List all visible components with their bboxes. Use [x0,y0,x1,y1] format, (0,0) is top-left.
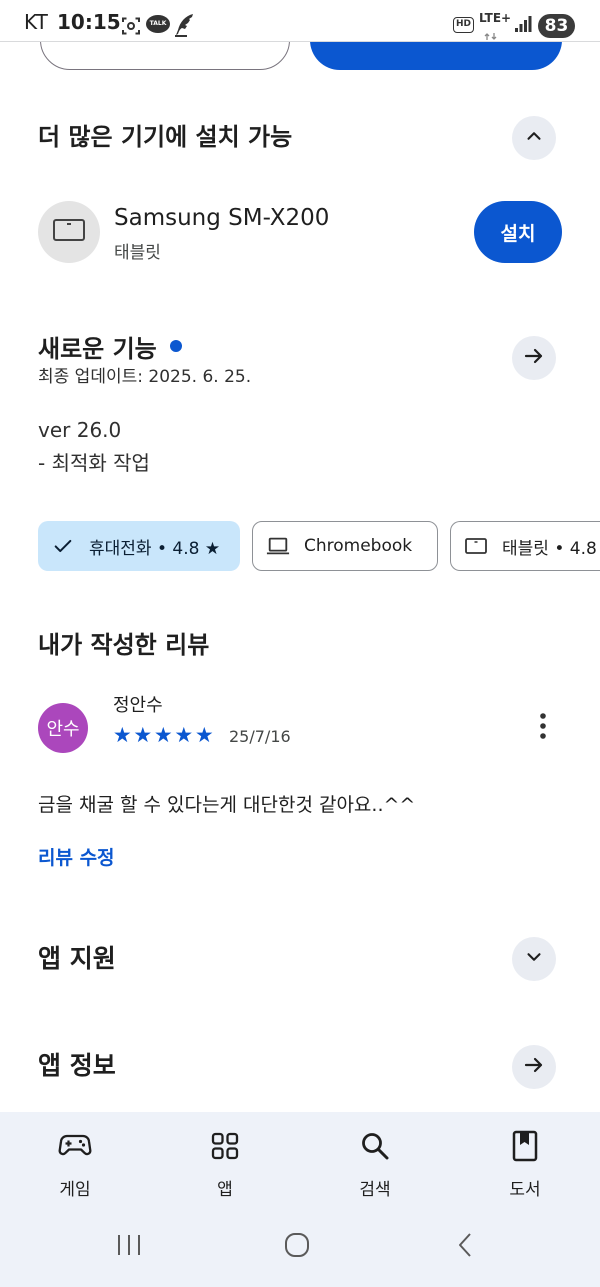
chip-label: 휴대전화 • 4.8 ★ [89,538,221,559]
home-button[interactable] [273,1223,321,1271]
nav-item-books[interactable]: 도서 [450,1112,600,1212]
system-navigation-bar [0,1212,600,1287]
kakaotalk-badge-text: TALK [149,20,167,27]
recents-icon [116,1233,142,1261]
bottom-navigation: 게임 앱 검색 도서 [0,1112,600,1212]
book-icon [450,1130,600,1162]
my-review-title: 내가 작성한 리뷰 [38,631,210,659]
search-icon [300,1130,450,1162]
nav-label: 검색 [359,1180,391,1200]
laptop-icon [266,534,290,558]
star-icon: ★ [112,723,132,747]
app-info-open-button[interactable] [512,1045,556,1089]
arrow-right-icon [522,1053,546,1081]
release-notes: - 최적화 작업 [38,451,150,475]
more-vert-icon [539,712,547,744]
screenshot-icon [121,16,141,40]
last-updated: 최종 업데이트: 2025. 6. 25. [38,367,252,387]
nav-label: 도서 [509,1180,541,1200]
signal-icon [514,15,532,37]
back-icon [456,1232,474,1262]
star-icon: ★ [133,723,153,747]
review-author: 정안수 [113,695,163,716]
home-icon [284,1232,310,1262]
version-text: ver 26.0 [38,418,122,442]
collapse-devices-button[interactable] [512,116,556,160]
review-text: 금을 채굴 할 수 있다는게 대단한것 같아요..^^ [38,794,416,816]
new-indicator-dot [169,340,182,352]
kakaotalk-icon: TALK [146,15,170,33]
more-devices-title: 더 많은 기기에 설치 가능 [38,123,293,151]
device-name: Samsung SM-X200 [114,205,330,231]
star-icon: ★ [174,723,194,747]
status-bar: KT 10:15 TALK HD LTE+ 83 [0,0,600,42]
app-support-title: 앱 지원 [38,944,116,973]
quill-icon [173,13,195,41]
whats-new-heading: 새로운 기능 [38,330,182,363]
chevron-down-icon [523,946,545,972]
nav-label: 앱 [217,1180,233,1200]
arrow-right-icon [522,344,546,372]
star-icon: ★ [194,723,214,747]
tablet-icon [464,534,488,558]
device-icon-container [38,201,100,263]
app-info-title: 앱 정보 [38,1051,116,1080]
install-button[interactable]: 설치 [474,201,562,263]
chip-phone[interactable]: 휴대전화 • 4.8 ★ [38,521,240,571]
apps-grid-icon [150,1130,300,1162]
chip-tablet[interactable]: 태블릿 • 4.8 ★ [450,521,600,571]
rating-stars: ★★★★★ [112,723,215,747]
back-button[interactable] [441,1223,489,1271]
whats-new-open-button[interactable] [512,336,556,380]
clock-time: 10:15 [57,10,121,34]
nav-label: 게임 [59,1180,91,1200]
whats-new-title: 새로운 기능 [38,334,157,363]
expand-app-support-button[interactable] [512,937,556,981]
chip-label: 태블릿 • 4.8 ★ [502,538,600,559]
review-menu-button[interactable] [522,707,564,749]
chip-label: Chromebook [304,536,413,556]
gamepad-icon [0,1130,150,1162]
check-icon [51,534,75,558]
nav-item-search[interactable]: 검색 [300,1112,450,1212]
avatar: 안수 [38,703,88,753]
star-icon: ★ [153,723,173,747]
tablet-icon [52,217,86,247]
nav-item-games[interactable]: 게임 [0,1112,150,1212]
chip-chromebook[interactable]: Chromebook [252,521,438,571]
device-type: 태블릿 [114,243,161,263]
review-date: 25/7/16 [229,727,291,746]
hd-voice-icon: HD [453,17,474,33]
recents-button[interactable] [105,1223,153,1271]
edit-review-link[interactable]: 리뷰 수정 [38,845,115,871]
network-type-label: LTE+ [479,11,512,25]
nav-item-apps[interactable]: 앱 [150,1112,300,1212]
chevron-up-icon [523,125,545,151]
battery-level: 83 [538,14,575,38]
carrier-label: KT [24,10,48,34]
data-activity-icon [484,26,498,45]
